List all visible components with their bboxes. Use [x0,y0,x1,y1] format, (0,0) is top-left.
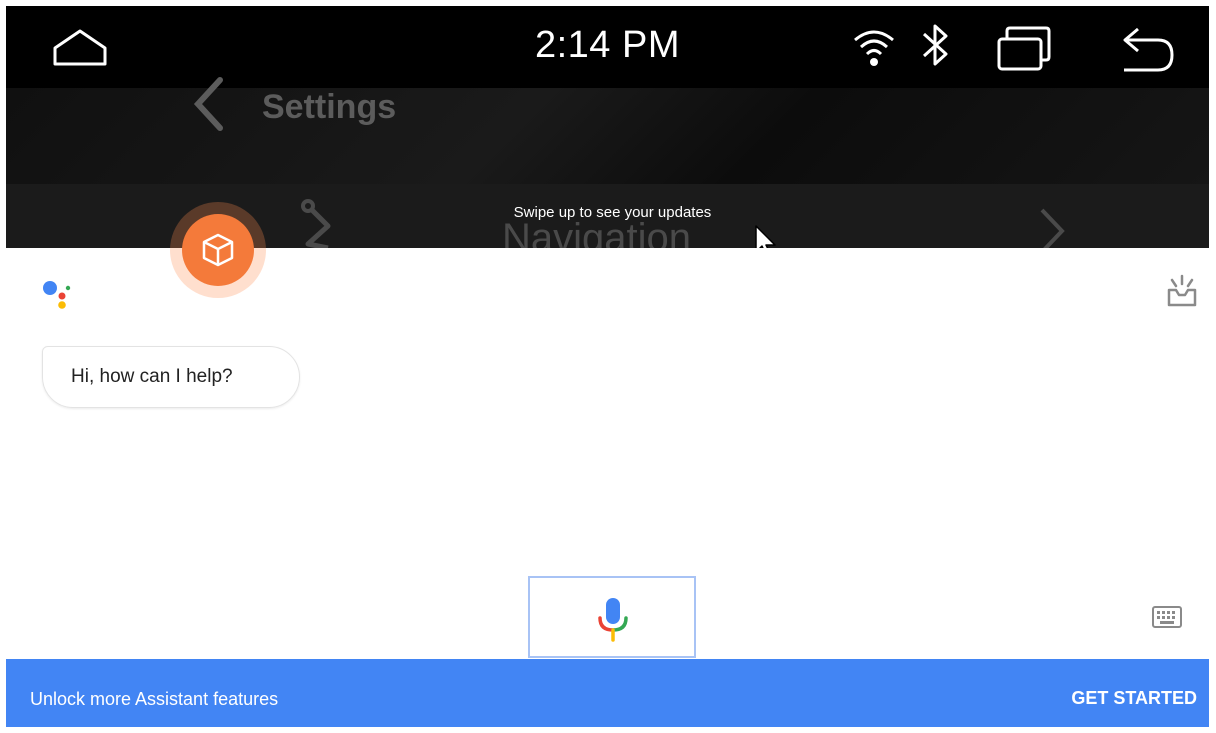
wifi-icon [854,30,894,66]
keyboard-icon[interactable] [1152,606,1182,628]
microphone-icon [598,598,628,642]
status-bar: 2:14 PM [6,6,1209,88]
screen: 2:14 PM Settings Navigation Swipe up to … [6,6,1209,727]
microphone-button[interactable] [528,576,696,658]
assistant-promo-banner: Unlock more Assistant features GET START… [6,659,1209,727]
greeting-text: Hi, how can I help? [71,366,233,387]
banner-text: Unlock more Assistant features [30,689,279,709]
floating-cube-button[interactable] [182,214,254,286]
assistant-greeting-bubble: Hi, how can I help? [42,346,300,408]
cube-icon [202,233,234,267]
back-icon[interactable] [1114,26,1180,74]
get-started-button[interactable]: GET STARTED [1071,688,1197,709]
bluetooth-icon [922,24,948,66]
back-chevron-icon[interactable] [188,76,228,132]
settings-title: Settings [262,88,397,126]
updates-tray-icon[interactable] [1166,274,1198,308]
recent-apps-icon[interactable] [996,24,1052,72]
assistant-sheet: Hi, how can I help? [6,248,1209,658]
google-assistant-logo-icon [43,281,71,309]
